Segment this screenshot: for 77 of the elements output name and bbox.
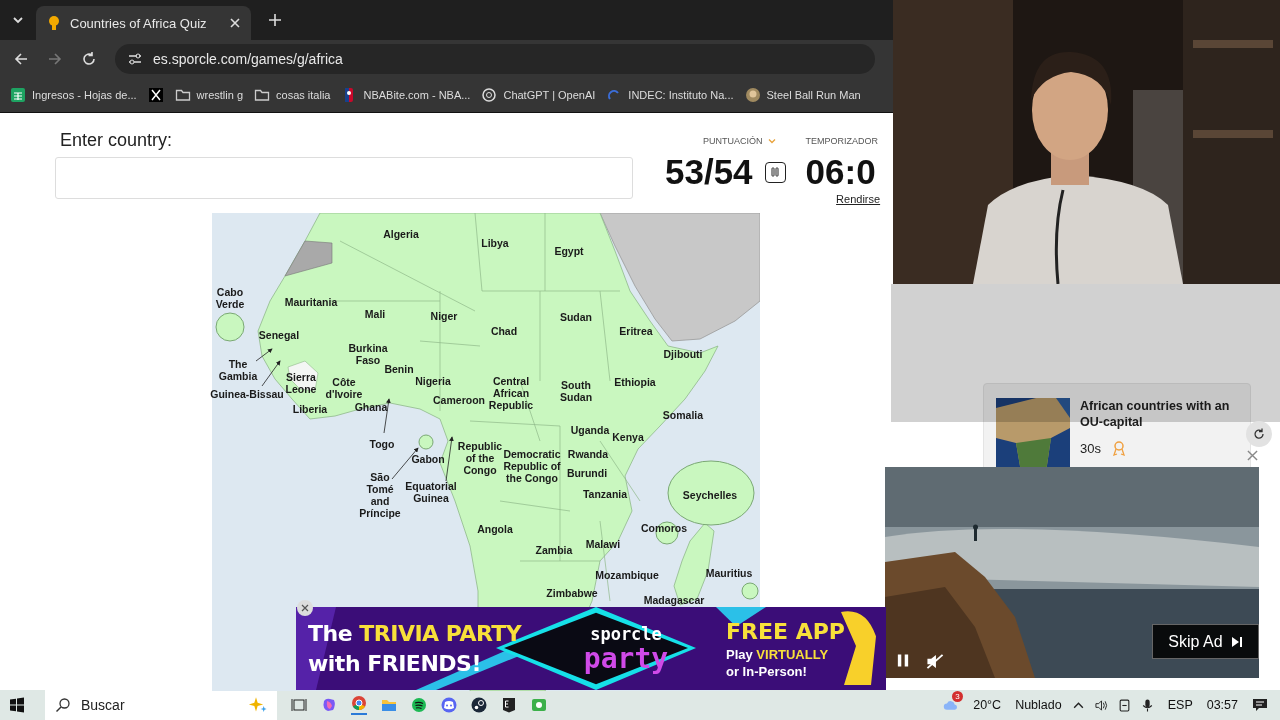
- temperature: 20°C: [973, 698, 1002, 712]
- bookmark[interactable]: cosas italia: [254, 87, 331, 103]
- country-label: Burundi: [566, 467, 608, 479]
- country-label: Kenya: [612, 431, 644, 443]
- logo-text: sporcle: [590, 623, 662, 644]
- country-label: Equatorial Guinea: [405, 480, 457, 504]
- country-label: Guinea-Bissau: [210, 388, 284, 400]
- country-label: Sudan: [559, 311, 593, 323]
- country-label: Malawi: [585, 538, 621, 550]
- give-up-link[interactable]: Rendirse: [836, 193, 881, 205]
- country-label: Côte d'Ivoire: [325, 376, 363, 400]
- country-label: Mozambique: [595, 569, 659, 581]
- bookmark[interactable]: ChatGPT | OpenAI: [481, 87, 596, 103]
- address-bar[interactable]: es.sporcle.com/games/g/africa: [115, 44, 875, 74]
- country-label: Seychelles: [682, 489, 738, 501]
- weather-condition: Nublado: [1015, 698, 1062, 712]
- country-label: Zimbabwe: [546, 587, 598, 599]
- score-value: 53/54: [665, 153, 753, 191]
- logo-text: party: [583, 643, 669, 674]
- country-label: Eritrea: [619, 325, 653, 337]
- country-label: Rwanda: [567, 448, 609, 460]
- bookmark[interactable]: NBABite.com - NBA...: [341, 87, 471, 103]
- country-label: Mauritius: [705, 567, 753, 579]
- country-label: Uganda: [570, 424, 610, 436]
- country-label: Algeria: [383, 228, 419, 240]
- country-label: Mali: [364, 308, 386, 320]
- browser-tab[interactable]: Countries of Africa Quiz: [36, 6, 251, 40]
- country-label: Togo: [369, 438, 395, 450]
- bookmark[interactable]: Ingresos - Hojas de...: [10, 87, 137, 103]
- country-label: Democratic Republic of the Congo: [503, 448, 561, 484]
- country-label: Burkina Faso: [348, 342, 388, 366]
- country-label: Central African Republic: [488, 375, 534, 411]
- country-label: Liberia: [292, 403, 328, 415]
- quiz-title: African countries with an OU-capital: [1080, 398, 1231, 430]
- bookmark[interactable]: Steel Ball Run Man: [744, 87, 861, 103]
- country-label: Djibouti: [663, 348, 703, 360]
- country-label: South Sudan: [559, 379, 593, 403]
- country-label: Benin: [384, 363, 414, 375]
- ad-tagline: Play VIRTUALLY: [726, 645, 830, 663]
- country-label: Egypt: [554, 245, 584, 257]
- notification-badge: 3: [952, 691, 963, 702]
- timer-value: 06:0: [805, 153, 876, 191]
- country-label: Senegal: [258, 329, 300, 341]
- country-label: Sierra Leone: [285, 371, 317, 395]
- clock[interactable]: 03:57: [1206, 698, 1238, 712]
- country-label: São Tomé and Príncipe: [359, 471, 401, 519]
- timer-label: TEMPORIZADOR: [805, 136, 879, 146]
- ad-tagline: or In-Person!: [726, 662, 808, 680]
- country-label: Chad: [490, 325, 518, 337]
- country-label: Mauritania: [284, 296, 338, 308]
- quiz-time: 30s: [1080, 440, 1101, 456]
- country-label: Republic of the Congo: [457, 440, 503, 476]
- country-label: Niger: [430, 310, 458, 322]
- country-label: Somalia: [662, 409, 704, 421]
- language-indicator[interactable]: ESP: [1167, 698, 1193, 712]
- country-label: Zambia: [535, 544, 573, 556]
- ad-headline: The TRIVIA PARTY: [308, 619, 523, 648]
- skip-ad-button[interactable]: Skip Ad: [1152, 624, 1259, 659]
- ad-offer: FREE APP: [726, 617, 845, 646]
- input-label: Enter country:: [60, 130, 174, 151]
- country-label: Comoros: [640, 522, 688, 534]
- country-label: Tanzania: [582, 488, 628, 500]
- ad-headline: with FRIENDS!: [308, 649, 482, 678]
- bookmark[interactable]: INDEC: Instituto Na...: [606, 87, 734, 103]
- country-label: Ghana: [354, 401, 388, 413]
- country-label: Nigeria: [415, 375, 451, 387]
- country-label: The Gambia: [218, 358, 258, 382]
- score-label: PUNTUACIÓN: [703, 136, 763, 146]
- taskbar-search-box[interactable]: Buscar: [45, 690, 277, 720]
- country-label: Madagascar: [643, 594, 705, 606]
- bookmark[interactable]: wrestlin g: [174, 87, 244, 103]
- country-label: Libya: [481, 237, 509, 249]
- country-label: Ethiopia: [614, 376, 656, 388]
- country-label: Cameroon: [433, 394, 485, 406]
- country-label: Angola: [477, 523, 513, 535]
- country-label: Cabo Verde: [215, 286, 245, 310]
- country-label: Gabon: [411, 453, 445, 465]
